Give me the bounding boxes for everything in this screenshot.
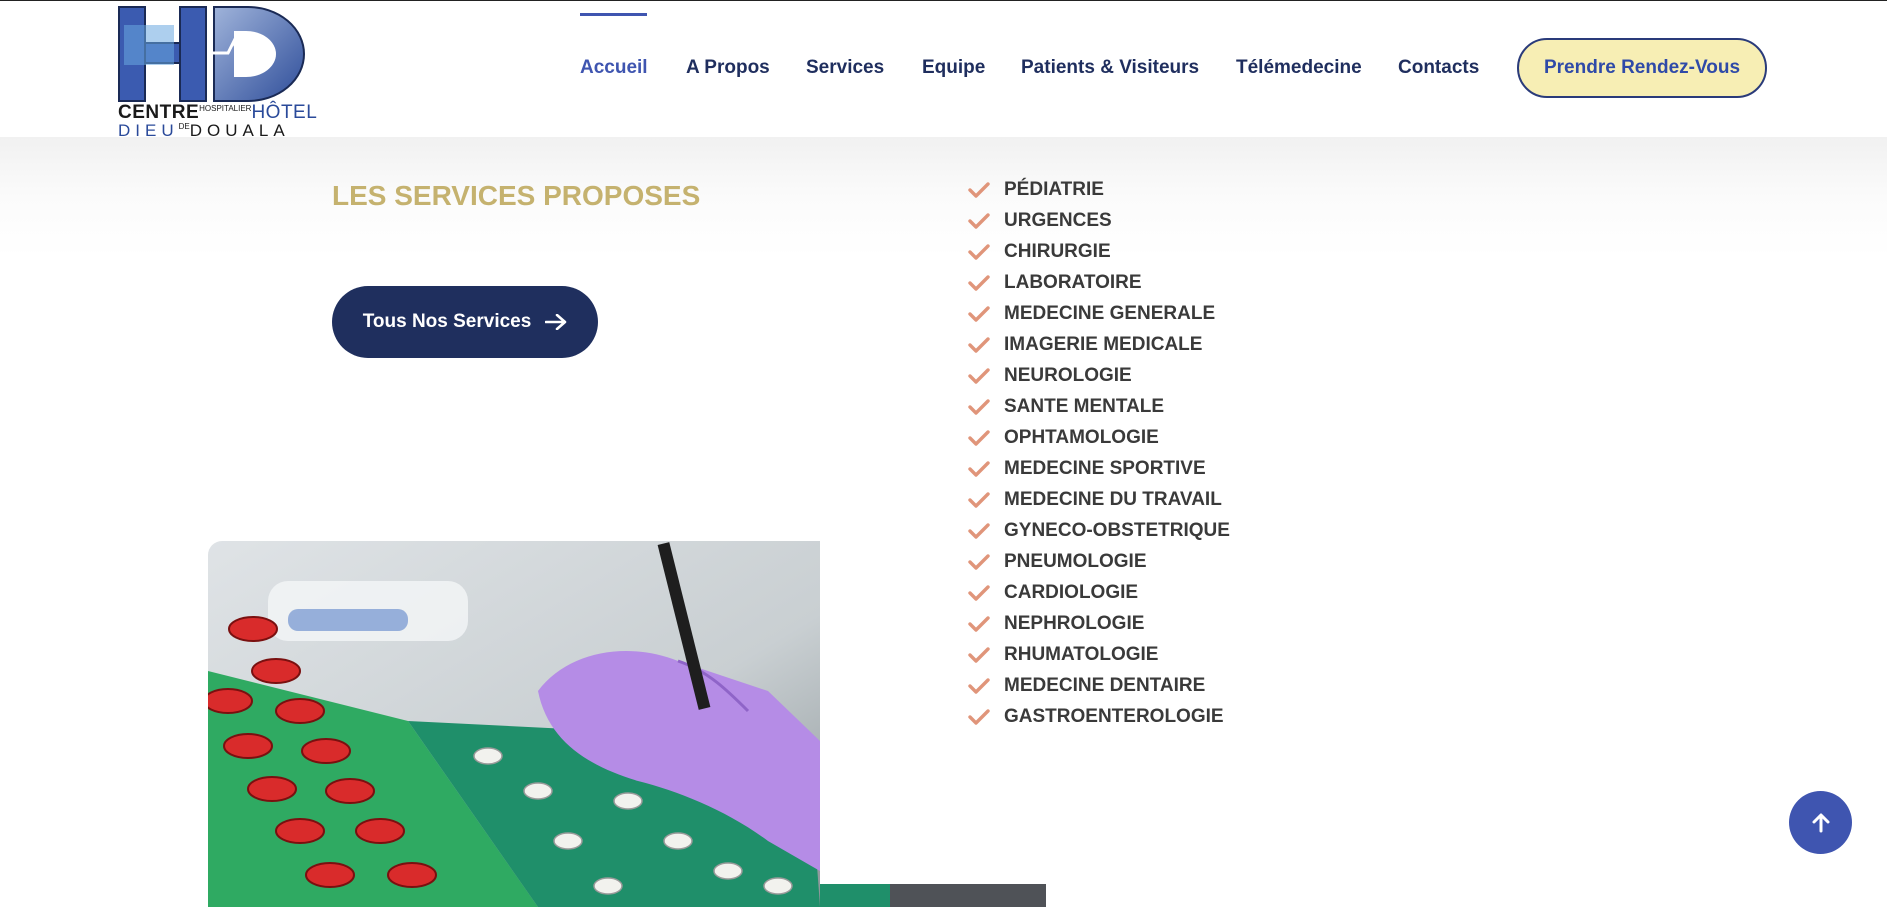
book-appointment-button[interactable]: Prendre Rendez-Vous (1517, 38, 1767, 98)
arrow-right-icon (545, 314, 567, 330)
nav-item-equipe[interactable]: Equipe (922, 57, 985, 79)
check-icon (968, 677, 990, 694)
check-icon (968, 708, 990, 725)
list-item[interactable]: NEUROLOGIE (968, 360, 1230, 391)
site-header: CENTREHOSPITALIERHÔTEL DIEUDEDOUALA Accu… (0, 1, 1887, 140)
service-label: NEPHROLOGIE (1004, 612, 1145, 634)
service-label: MEDECINE DENTAIRE (1004, 674, 1206, 696)
list-item[interactable]: CARDIOLOGIE (968, 577, 1230, 608)
check-icon (968, 429, 990, 446)
service-label: MEDECINE DU TRAVAIL (1004, 488, 1222, 510)
service-label: OPHTAMOLOGIE (1004, 426, 1159, 448)
list-item[interactable]: CHIRURGIE (968, 236, 1230, 267)
service-label: NEUROLOGIE (1004, 364, 1132, 386)
nav-item-services[interactable]: Services (806, 57, 884, 79)
service-label: CHIRURGIE (1004, 240, 1111, 262)
check-icon (968, 646, 990, 663)
check-icon (968, 367, 990, 384)
check-icon (968, 212, 990, 229)
list-item[interactable]: URGENCES (968, 205, 1230, 236)
list-item[interactable]: PNEUMOLOGIE (968, 546, 1230, 577)
service-label: RHUMATOLOGIE (1004, 643, 1159, 665)
check-icon (968, 336, 990, 353)
photo-strip-overlap (820, 884, 1046, 907)
check-icon (968, 460, 990, 477)
check-icon (968, 305, 990, 322)
list-item[interactable]: MEDECINE GENERALE (968, 298, 1230, 329)
all-services-button[interactable]: Tous Nos Services (332, 286, 598, 358)
list-item[interactable]: SANTE MENTALE (968, 391, 1230, 422)
list-item[interactable]: MEDECINE DENTAIRE (968, 670, 1230, 701)
scroll-to-top-button[interactable] (1789, 791, 1852, 854)
service-label: LABORATOIRE (1004, 271, 1142, 293)
service-label: GYNECO-OBSTETRIQUE (1004, 519, 1230, 541)
nav-item-accueil[interactable]: Accueil (580, 57, 648, 79)
check-icon (968, 243, 990, 260)
service-label: SANTE MENTALE (1004, 395, 1165, 417)
service-label: MEDECINE GENERALE (1004, 302, 1216, 324)
check-icon (968, 398, 990, 415)
check-icon (968, 274, 990, 291)
check-icon (968, 181, 990, 198)
all-services-button-label: Tous Nos Services (362, 311, 532, 332)
nav-item-a-propos[interactable]: A Propos (686, 57, 770, 79)
list-item[interactable]: IMAGERIE MEDICALE (968, 329, 1230, 360)
service-label: URGENCES (1004, 209, 1112, 231)
service-label: GASTROENTEROLOGIE (1004, 705, 1224, 727)
nav-item-patients-visiteurs[interactable]: Patients & Visiteurs (1021, 57, 1199, 79)
list-item[interactable]: GASTROENTEROLOGIE (968, 701, 1230, 732)
check-icon (968, 553, 990, 570)
active-nav-indicator (580, 13, 647, 16)
service-label: PNEUMOLOGIE (1004, 550, 1147, 572)
laboratory-photo (208, 541, 820, 907)
nav-item-contacts[interactable]: Contacts (1398, 57, 1479, 79)
list-item[interactable]: GYNECO-OBSTETRIQUE (968, 515, 1230, 546)
list-item[interactable]: PÉDIATRIE (968, 174, 1230, 205)
list-item[interactable]: MEDECINE DU TRAVAIL (968, 484, 1230, 515)
list-item[interactable]: RHUMATOLOGIE (968, 639, 1230, 670)
service-label: CARDIOLOGIE (1004, 581, 1139, 603)
service-label: PÉDIATRIE (1004, 178, 1104, 200)
list-item[interactable]: NEPHROLOGIE (968, 608, 1230, 639)
service-label: MEDECINE SPORTIVE (1004, 457, 1206, 479)
check-icon (968, 615, 990, 632)
services-list: PÉDIATRIE URGENCES CHIRURGIE LABORATOIRE… (968, 174, 1230, 732)
arrow-up-icon (1812, 813, 1829, 832)
section-title: LES SERVICES PROPOSES (332, 180, 701, 211)
nav-item-telemedecine[interactable]: Télémedecine (1236, 57, 1362, 79)
list-item[interactable]: LABORATOIRE (968, 267, 1230, 298)
list-item[interactable]: OPHTAMOLOGIE (968, 422, 1230, 453)
check-icon (968, 584, 990, 601)
check-icon (968, 491, 990, 508)
lab-sample-tubes-image (208, 541, 820, 907)
check-icon (968, 522, 990, 539)
photo-strip-graphic (820, 884, 1046, 907)
service-label: IMAGERIE MEDICALE (1004, 333, 1203, 355)
list-item[interactable]: MEDECINE SPORTIVE (968, 453, 1230, 484)
